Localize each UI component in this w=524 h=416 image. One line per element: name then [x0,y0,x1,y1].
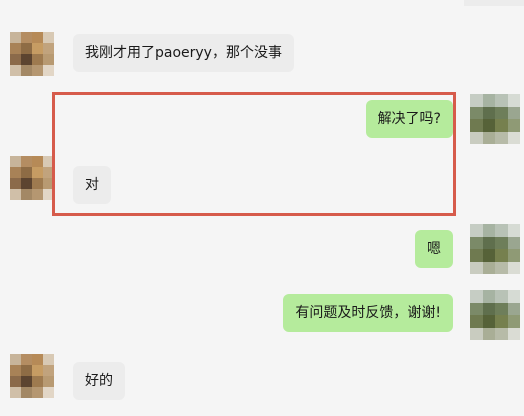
message-row: 好的 [0,354,524,406]
message-bubble[interactable]: 有问题及时反馈，谢谢! [283,294,453,332]
message-row: 对 [0,156,524,210]
message-bubble[interactable]: 好的 [73,362,125,400]
top-edge-fragment [464,0,524,6]
message-bubble[interactable]: 嗯 [415,230,453,268]
avatar[interactable] [10,32,54,76]
avatar[interactable] [470,224,520,274]
message-row: 解决了吗? [0,94,524,146]
message-bubble[interactable]: 我刚才用了paoeryy，那个没事 [73,34,294,72]
message-row: 嗯 [0,224,524,276]
avatar[interactable] [10,156,54,200]
avatar[interactable] [10,354,54,398]
message-row: 有问题及时反馈，谢谢! [0,290,524,342]
avatar[interactable] [470,290,520,340]
avatar[interactable] [470,94,520,144]
message-row: 我刚才用了paoeryy，那个没事 [0,28,524,78]
message-bubble[interactable]: 解决了吗? [365,100,453,138]
message-bubble[interactable]: 对 [73,166,111,204]
